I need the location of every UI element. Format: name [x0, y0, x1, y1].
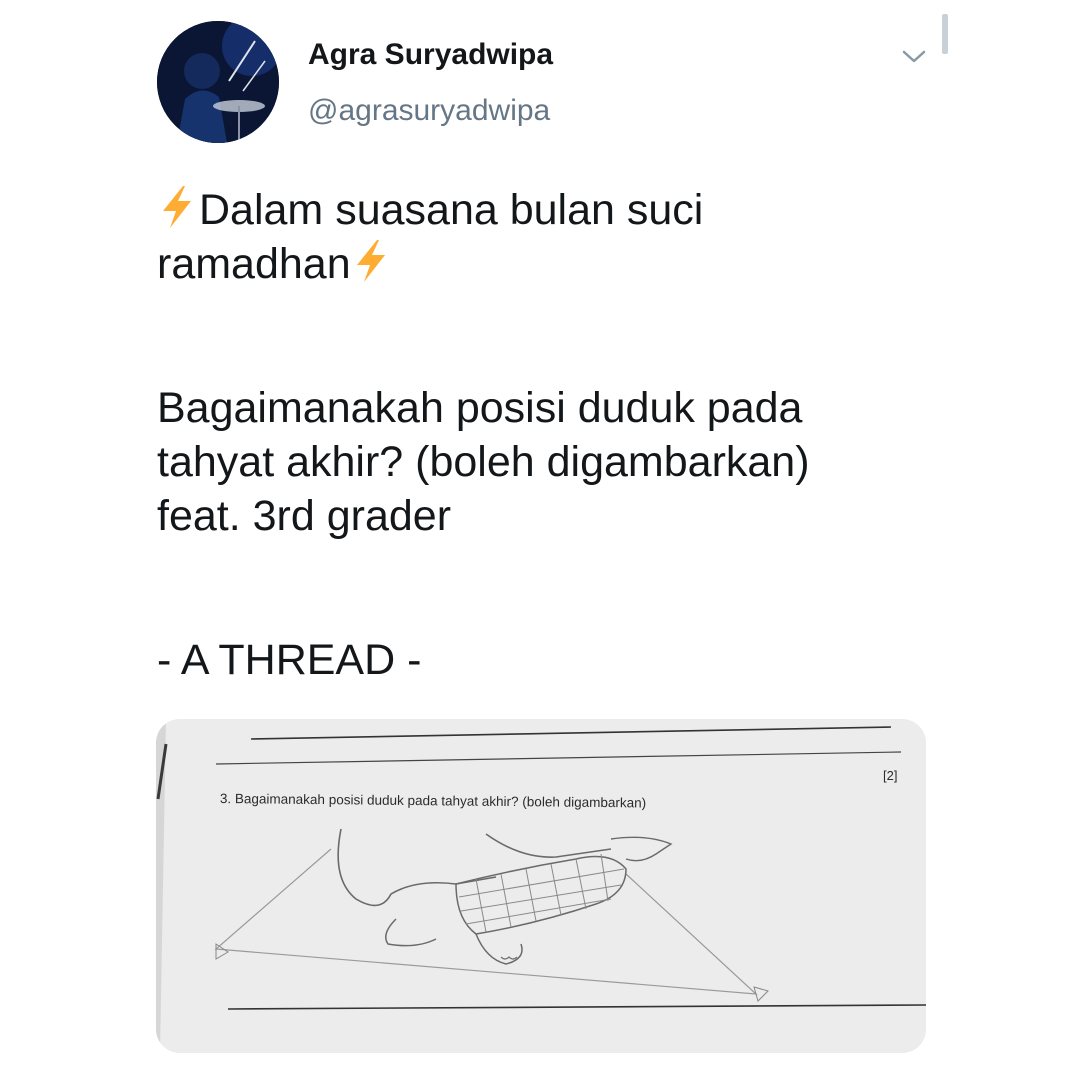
author-handle[interactable]: @agrasuryadwipa	[308, 94, 550, 128]
tweet-line-1: Dalam suasana bulan suci	[199, 186, 704, 234]
tweet-line: ramadhan	[157, 237, 957, 291]
worksheet-marks: [2]	[883, 768, 898, 783]
scrollbar[interactable]	[942, 14, 948, 54]
tweet-line-4: tahyat akhir? (boleh digambarkan)	[157, 438, 810, 486]
tweet-text: Dalam suasana bulan suci ramadhan Bagaim…	[157, 183, 957, 687]
avatar[interactable]	[157, 21, 279, 143]
tweet-line-6: - A THREAD -	[157, 636, 422, 684]
tweet-line-2: ramadhan	[157, 240, 351, 288]
high-voltage-emoji	[157, 184, 197, 230]
tweet-media-photo[interactable]: 3. Bagaimanakah posisi duduk pada tahyat…	[156, 719, 926, 1053]
worksheet-drawing	[156, 719, 926, 1053]
tweet-line-5: feat. 3rd grader	[157, 492, 452, 540]
avatar-photo	[157, 21, 279, 143]
tweet-line-3: Bagaimanakah posisi duduk pada	[157, 384, 803, 432]
author-display-name[interactable]: Agra Suryadwipa	[308, 38, 553, 72]
high-voltage-emoji	[351, 238, 391, 284]
chevron-down-icon[interactable]	[898, 40, 930, 72]
tweet-line: Dalam suasana bulan suci	[157, 183, 957, 237]
